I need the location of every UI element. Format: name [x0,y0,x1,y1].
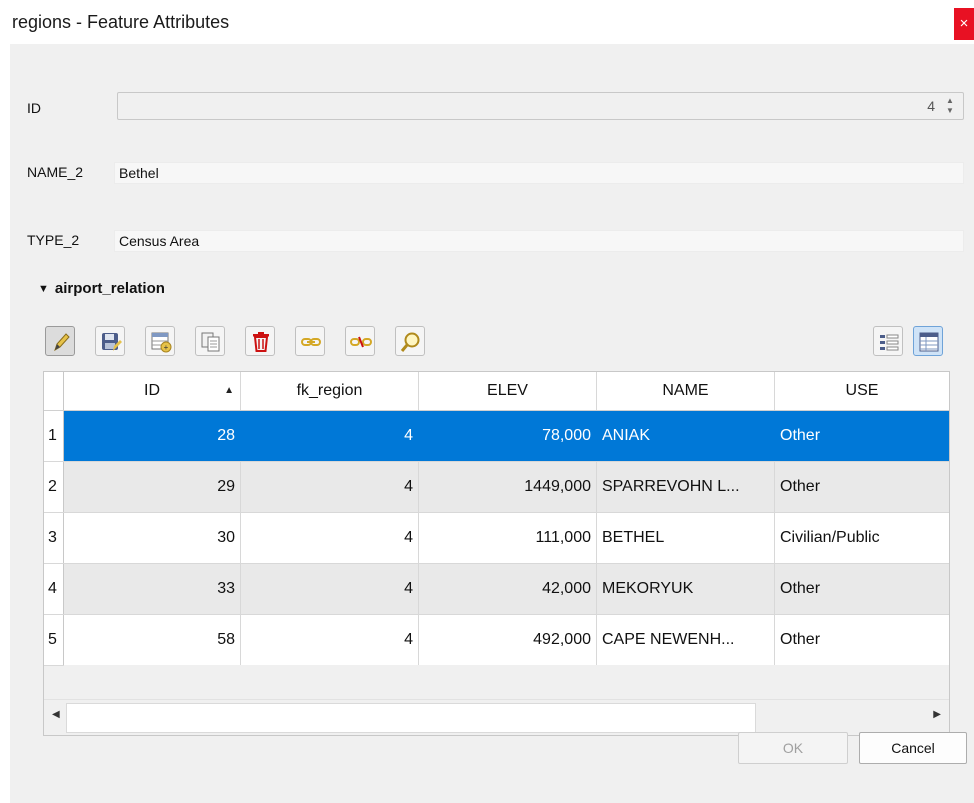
type-field[interactable]: Census Area [114,230,964,252]
row-number[interactable]: 3 [44,513,64,563]
cell-use[interactable]: Other [775,462,949,512]
toggle-editing-button[interactable] [45,326,75,356]
cell-elev[interactable]: 111,000 [419,513,597,563]
ok-button[interactable]: OK [738,732,848,764]
svg-text:+: + [164,343,169,352]
cell-name[interactable]: CAPE NEWENH... [597,615,775,665]
cell-name[interactable]: SPARREVOHN L... [597,462,775,512]
table-row[interactable]: 4 33 4 42,000 MEKORYUK Other [44,564,949,615]
cell-fk-region[interactable]: 4 [241,615,419,665]
duplicate-feature-button[interactable] [195,326,225,356]
save-edits-icon [102,333,122,351]
link-feature-button[interactable] [295,326,325,356]
table-row[interactable]: 5 58 4 492,000 CAPE NEWENH... Other [44,615,949,666]
duplicate-feature-icon [201,332,220,352]
cell-fk-region[interactable]: 4 [241,411,419,461]
add-feature-button[interactable]: + [145,326,175,356]
sort-ascending-icon: ▲ [224,385,234,396]
cell-id[interactable]: 29 [64,462,241,512]
scroll-right-icon[interactable]: ▶ [933,709,941,720]
type-label: TYPE_2 [27,232,80,248]
zoom-to-feature-button[interactable] [395,326,425,356]
collapse-triangle-icon[interactable]: ▼ [38,283,49,295]
scroll-left-icon[interactable]: ◀ [52,709,60,720]
close-button[interactable]: × [954,8,974,40]
name-field[interactable]: Bethel [114,162,964,184]
table-row[interactable]: 2 29 4 1449,000 SPARREVOHN L... Other [44,462,949,513]
table-row[interactable]: 1 28 4 78,000 ANIAK Other [44,411,949,462]
cell-elev[interactable]: 1449,000 [419,462,597,512]
relation-header[interactable]: ▼ airport_relation [38,280,165,297]
column-header-label: ID [144,382,160,399]
cell-fk-region[interactable]: 4 [241,513,419,563]
dialog-body: ID 4 ▲ ▼ NAME_2 Bethel TYPE_2 Census Area… [10,44,974,803]
cell-use[interactable]: Other [775,411,949,461]
relation-title: airport_relation [54,280,165,297]
cell-elev[interactable]: 42,000 [419,564,597,614]
delete-feature-button[interactable] [245,326,275,356]
table-view-icon [919,332,939,352]
relation-table[interactable]: ID ▲ fk_region ELEV NAME USE 1 28 4 78,0… [43,371,950,736]
save-edits-button[interactable] [95,326,125,356]
cell-fk-region[interactable]: 4 [241,462,419,512]
id-spinbox[interactable]: 4 ▲ ▼ [117,92,964,120]
add-feature-icon: + [151,332,172,353]
row-number[interactable]: 2 [44,462,64,512]
table-empty-area [64,665,949,699]
unlink-feature-button[interactable] [345,326,375,356]
column-header-elev[interactable]: ELEV [419,372,597,410]
cell-elev[interactable]: 78,000 [419,411,597,461]
cell-name[interactable]: BETHEL [597,513,775,563]
id-label: ID [27,100,41,116]
cell-name[interactable]: ANIAK [597,411,775,461]
corner-cell[interactable] [44,372,64,410]
delete-feature-icon [253,332,269,352]
zoom-to-feature-icon [400,332,420,352]
title-bar: regions - Feature Attributes × [0,0,974,44]
spin-arrows-icon[interactable]: ▲ ▼ [941,96,959,116]
cell-use[interactable]: Civilian/Public [775,513,949,563]
name-label: NAME_2 [27,164,84,180]
scrollbar-thumb[interactable] [66,703,756,733]
form-view-button[interactable] [873,326,903,356]
cell-fk-region[interactable]: 4 [241,564,419,614]
table-view-button[interactable] [913,326,943,356]
cell-use[interactable]: Other [775,615,949,665]
horizontal-scrollbar[interactable]: ◀ ▶ [44,699,949,735]
cell-id[interactable]: 33 [64,564,241,614]
cell-name[interactable]: MEKORYUK [597,564,775,614]
cell-id[interactable]: 28 [64,411,241,461]
link-feature-icon [301,338,321,346]
table-row[interactable]: 3 30 4 111,000 BETHEL Civilian/Public [44,513,949,564]
row-number[interactable]: 5 [44,615,64,665]
row-number[interactable]: 4 [44,564,64,614]
cell-use[interactable]: Other [775,564,949,614]
table-header: ID ▲ fk_region ELEV NAME USE [44,372,949,411]
column-header-name[interactable]: NAME [597,372,775,410]
window-title: regions - Feature Attributes [12,12,230,32]
id-value: 4 [927,98,935,114]
row-number[interactable]: 1 [44,411,64,461]
column-header-fk-region[interactable]: fk_region [241,372,419,410]
unlink-feature-icon [350,336,372,348]
column-header-id[interactable]: ID ▲ [64,372,241,410]
cancel-button[interactable]: Cancel [859,732,967,764]
form-view-icon [880,334,899,351]
pencil-icon [54,333,70,352]
cell-id[interactable]: 30 [64,513,241,563]
column-header-use[interactable]: USE [775,372,949,410]
cell-id[interactable]: 58 [64,615,241,665]
cell-elev[interactable]: 492,000 [419,615,597,665]
